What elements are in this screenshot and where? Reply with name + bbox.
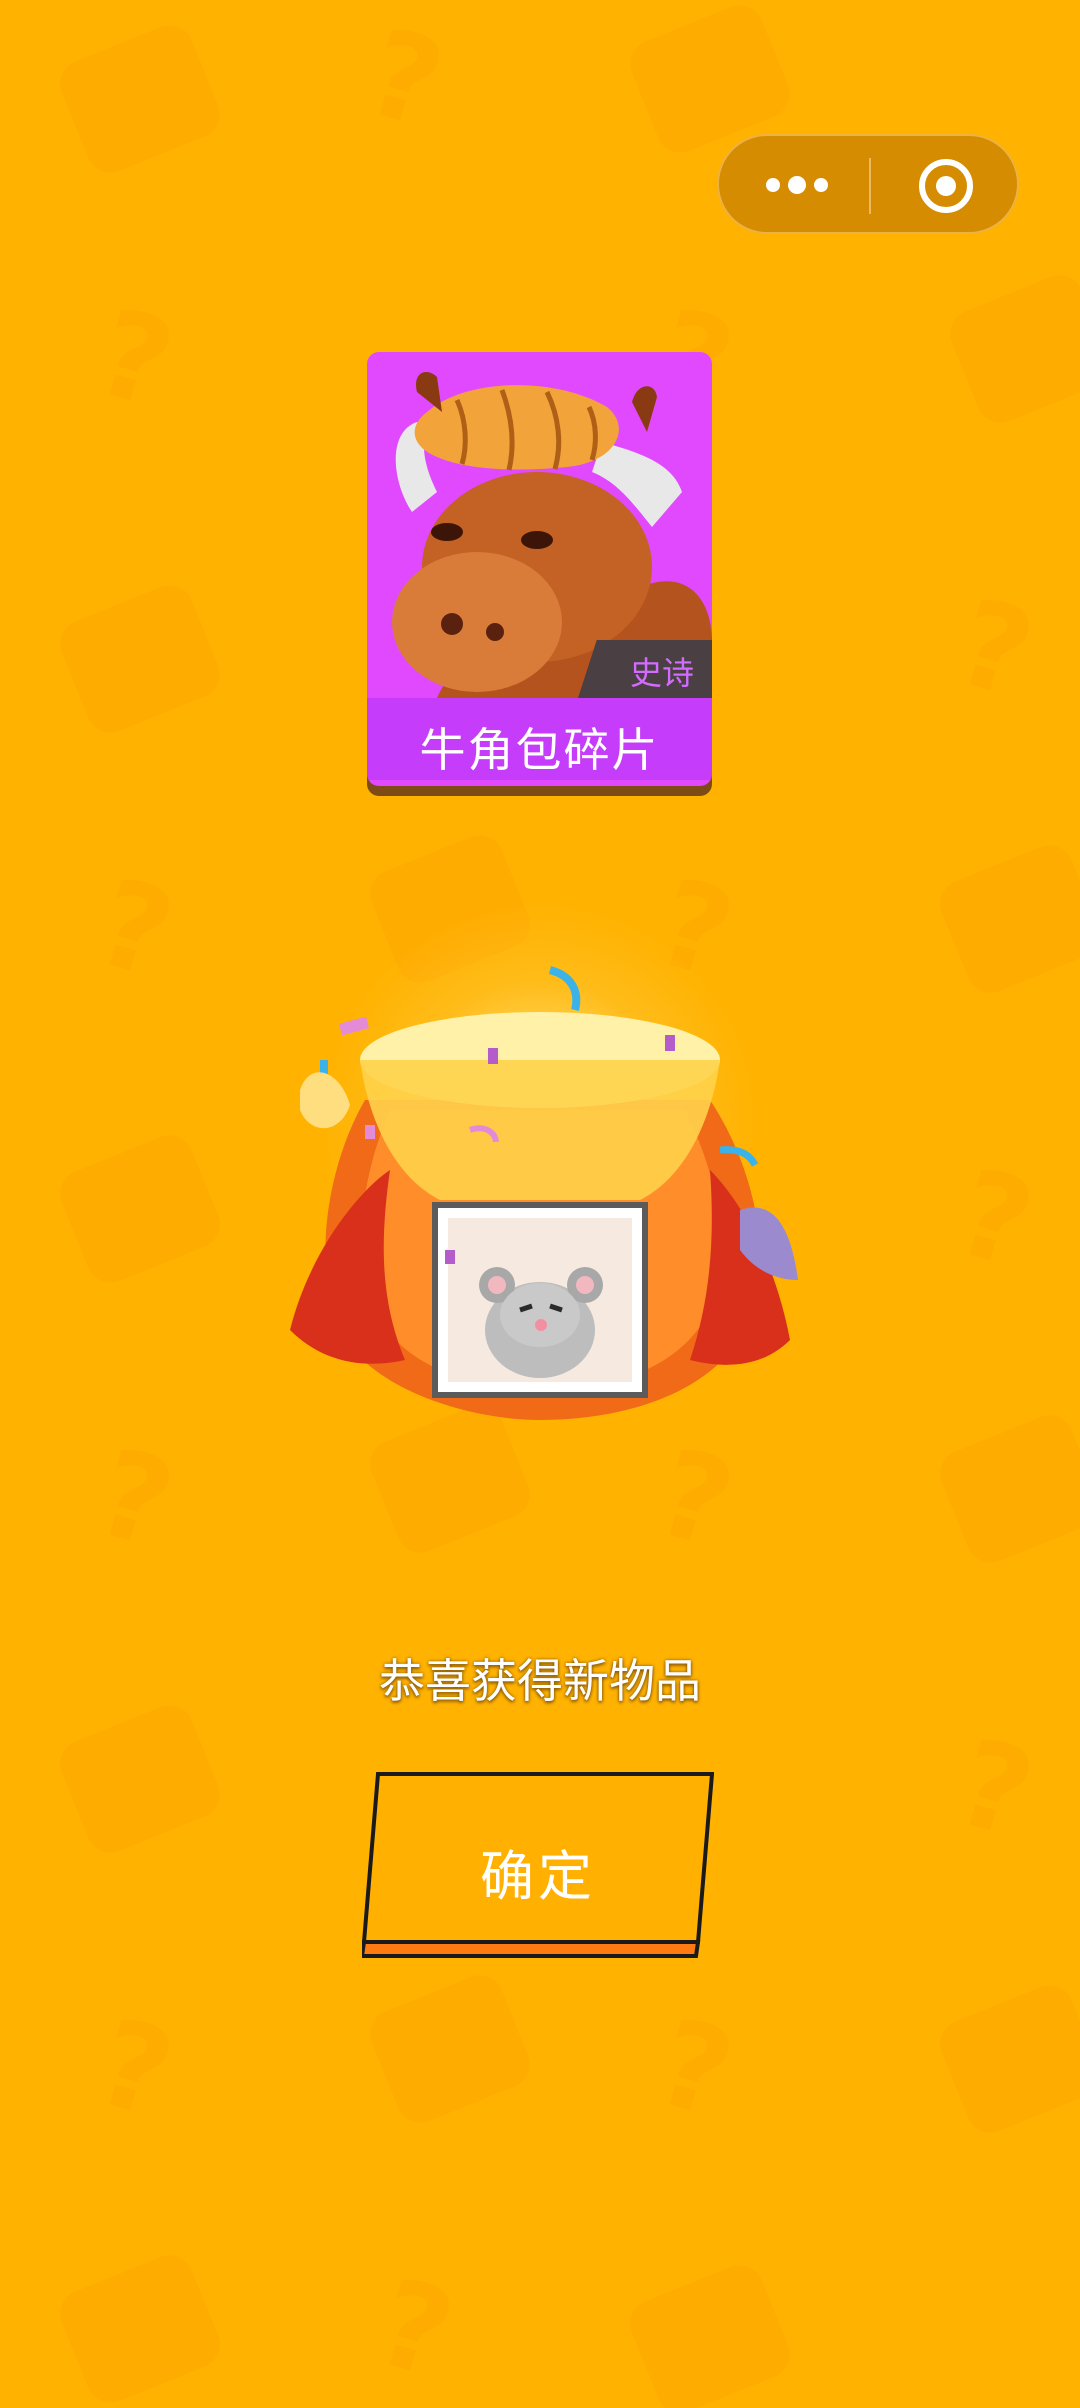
question-mark-decoration: ?: [352, 3, 458, 156]
bag-decoration: [932, 838, 1080, 1000]
item-name-bar: 牛角包碎片: [367, 698, 712, 780]
bag-decoration: [52, 18, 228, 180]
bag-decoration: [932, 1408, 1080, 1570]
capsule-divider: [869, 158, 871, 214]
question-mark-decoration: ?: [942, 1713, 1048, 1866]
question-mark-decoration: ?: [642, 1423, 748, 1576]
bag-decoration: [52, 2248, 228, 2408]
bag-decoration: [52, 1698, 228, 1860]
opened-gift-bag-illustration: [290, 966, 798, 1420]
question-mark-decoration: ?: [82, 283, 188, 436]
bag-decoration: [942, 268, 1080, 430]
reward-item-card: 史诗 牛角包碎片: [367, 352, 712, 786]
question-mark-decoration: ?: [942, 1143, 1048, 1296]
confirm-button[interactable]: 确定: [362, 1772, 714, 1958]
target-circle-icon[interactable]: [917, 157, 975, 215]
question-mark-decoration: ?: [942, 573, 1048, 726]
bag-decoration: [52, 578, 228, 740]
mini-program-capsule: [717, 134, 1019, 234]
ellipsis-icon[interactable]: [764, 168, 830, 202]
item-name: 牛角包碎片: [419, 723, 660, 777]
question-mark-decoration: ?: [642, 1993, 748, 2146]
rarity-label: 史诗: [629, 654, 694, 692]
rarity-badge: 史诗: [578, 640, 712, 698]
question-mark-decoration: ?: [82, 1993, 188, 2146]
question-mark-decoration: ?: [82, 1423, 188, 1576]
question-mark-decoration: ?: [362, 2253, 468, 2406]
bag-decoration: [52, 1128, 228, 1290]
congratulation-message: 恭喜获得新物品: [379, 1654, 701, 1708]
question-mark-decoration: ?: [82, 853, 188, 1006]
confirm-button-label: 确定: [480, 1845, 596, 1908]
bag-decoration: [932, 1978, 1080, 2140]
bag-decoration: [362, 1968, 538, 2130]
bag-decoration: [622, 2258, 798, 2408]
